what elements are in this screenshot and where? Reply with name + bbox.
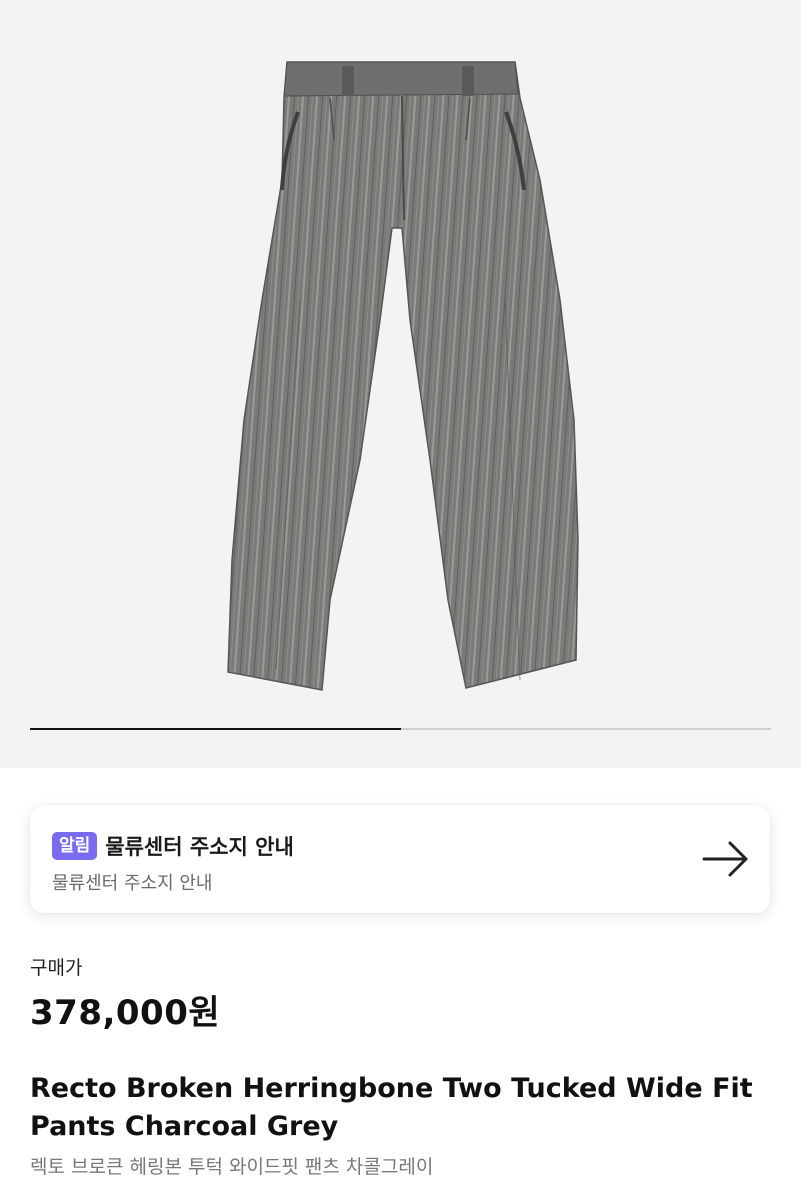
notice-title: 물류센터 주소지 안내 (105, 835, 294, 859)
notice-subtitle: 물류센터 주소지 안내 (52, 873, 213, 894)
arrow-right-icon[interactable] (702, 839, 750, 879)
gallery-progress-track (30, 728, 771, 730)
product-image-gallery[interactable] (0, 0, 801, 768)
notice-banner[interactable]: 알림 물류센터 주소지 안내 물류센터 주소지 안내 (30, 805, 770, 913)
gallery-progress-fill (30, 728, 401, 730)
price-value: 378,000원 (30, 993, 221, 1033)
notice-badge: 알림 (52, 832, 98, 860)
product-title-ko: 렉토 브로큰 헤링본 투턱 와이드핏 팬츠 차콜그레이 (30, 1156, 434, 1178)
price-label: 구매가 (30, 957, 83, 979)
product-title-en: Recto Broken Herringbone Two Tucked Wide… (30, 1073, 753, 1142)
product-image (227, 61, 579, 691)
